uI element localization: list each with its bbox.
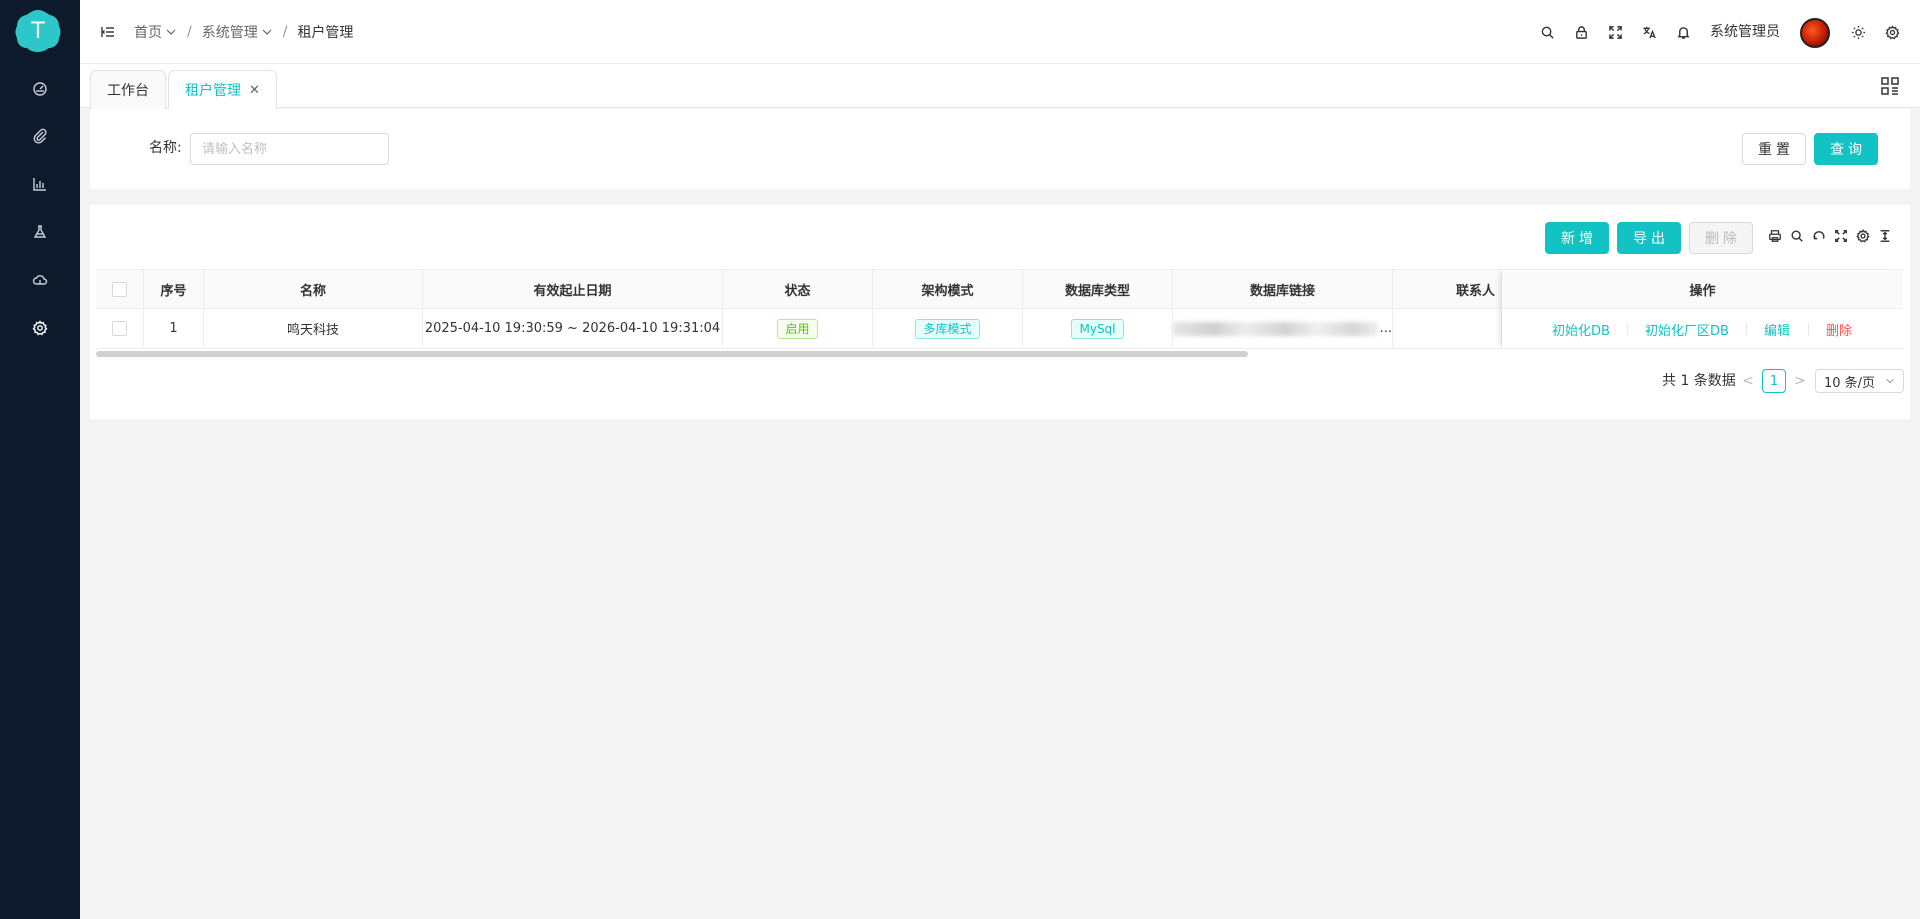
tab-tenant-management[interactable]: 租户管理 ✕ — [168, 70, 277, 109]
chevron-down-icon — [1886, 378, 1894, 384]
col-index: 序号 — [144, 270, 204, 308]
search-icon[interactable] — [1535, 20, 1559, 44]
add-button[interactable]: 新增 — [1545, 222, 1609, 254]
table-fullscreen-icon[interactable] — [1832, 227, 1850, 245]
col-status: 状态 — [723, 270, 873, 308]
print-icon[interactable] — [1766, 227, 1784, 245]
sun-icon[interactable] — [1846, 20, 1870, 44]
cloud-icon[interactable] — [28, 268, 52, 292]
settings-icon[interactable] — [1880, 20, 1904, 44]
breadcrumb-separator: / — [187, 24, 192, 40]
paperclip-icon[interactable] — [28, 124, 52, 148]
edit-link[interactable]: 编辑 — [1764, 309, 1790, 349]
table-panel: 新增 导出 删除 序号 名称 有效起止日期 状态 架构模式 数据库类型 数据库链… — [90, 205, 1910, 419]
logo-letter: T — [30, 19, 45, 44]
col-name: 名称 — [204, 270, 423, 308]
cell-date-range: 2025-04-10 19:30:59 ~ 2026-04-10 19:31:0… — [423, 309, 723, 348]
cell-name: 鸣天科技 — [204, 309, 423, 348]
chevron-down-icon — [262, 29, 272, 35]
bar-chart-icon[interactable] — [28, 172, 52, 196]
page-size-select[interactable]: 10 条/页 — [1815, 369, 1904, 393]
tabs-grid-icon[interactable] — [1880, 76, 1900, 96]
breadcrumb-current: 租户管理 — [297, 25, 354, 41]
action-divider — [1808, 323, 1809, 335]
select-all-checkbox[interactable] — [112, 281, 127, 297]
tab-workbench[interactable]: 工作台 — [90, 70, 166, 109]
init-db-link[interactable]: 初始化DB — [1552, 309, 1610, 349]
lock-icon[interactable] — [1569, 20, 1593, 44]
gear-icon[interactable] — [28, 316, 52, 340]
cell-contact — [1393, 309, 1502, 348]
breadcrumb: 首页 / 系统管理 / 租户管理 — [134, 0, 353, 64]
translate-icon[interactable] — [1637, 20, 1661, 44]
tenant-table: 序号 名称 有效起止日期 状态 架构模式 数据库类型 数据库链接 联系人 1 鸣… — [96, 269, 1903, 349]
export-button[interactable]: 导出 — [1617, 222, 1681, 254]
action-divider — [1746, 323, 1747, 335]
action-divider — [1627, 323, 1628, 335]
col-db-link: 数据库链接 — [1173, 270, 1393, 308]
table-search-icon[interactable] — [1788, 227, 1806, 245]
header-select-all[interactable] — [96, 270, 144, 308]
init-factory-db-link[interactable]: 初始化厂区DB — [1645, 309, 1729, 349]
dashboard-icon[interactable] — [28, 76, 52, 100]
menu-fold-icon[interactable] — [96, 20, 120, 44]
column-height-icon[interactable] — [1876, 227, 1894, 245]
actions-cell: 初始化DB 初始化厂区DB 编辑 删除 — [1502, 309, 1903, 349]
mode-badge: 多库模式 — [915, 318, 980, 339]
row-select[interactable] — [96, 309, 144, 348]
name-label: 名称: — [149, 140, 182, 156]
row-checkbox[interactable] — [112, 321, 127, 336]
col-mode: 架构模式 — [873, 270, 1023, 308]
db-type-badge: MySql — [1071, 318, 1124, 339]
refresh-icon[interactable] — [1810, 227, 1828, 245]
col-actions: 操作 — [1502, 269, 1903, 309]
db-link-ellipsis: ... — [1379, 321, 1392, 336]
col-date-range: 有效起止日期 — [423, 270, 723, 308]
actions-column: 操作 初始化DB 初始化厂区DB 编辑 删除 — [1502, 269, 1903, 349]
search-panel: 名称: 重置 查询 — [90, 109, 1910, 189]
col-contact: 联系人 — [1393, 270, 1502, 308]
cell-status: 启用 — [723, 309, 873, 348]
status-badge: 启用 — [777, 318, 818, 339]
cell-db-link: ... — [1173, 309, 1393, 348]
delete-button[interactable]: 删除 — [1689, 222, 1753, 254]
fullscreen-icon[interactable] — [1603, 20, 1627, 44]
delete-link[interactable]: 删除 — [1826, 309, 1852, 349]
horizontal-scrollbar[interactable] — [96, 351, 1248, 357]
sidebar: T — [0, 0, 80, 919]
query-button[interactable]: 查询 — [1814, 133, 1878, 165]
header: 首页 / 系统管理 / 租户管理 系统管理员 — [80, 0, 1920, 64]
cell-db-type: MySql — [1023, 309, 1173, 348]
page-1-button[interactable]: 1 — [1762, 369, 1786, 393]
chevron-down-icon — [166, 29, 176, 35]
breadcrumb-system[interactable]: 系统管理 — [202, 22, 273, 42]
close-icon[interactable]: ✕ — [249, 83, 260, 98]
col-db-type: 数据库类型 — [1023, 270, 1173, 308]
avatar[interactable] — [1800, 18, 1830, 48]
flask-icon[interactable] — [28, 220, 52, 244]
tabs-bar: 工作台 租户管理 ✕ — [80, 64, 1920, 109]
next-page-icon[interactable]: > — [1793, 369, 1807, 393]
name-search-input[interactable] — [190, 133, 389, 165]
column-settings-icon[interactable] — [1854, 227, 1872, 245]
pagination-total: 共 1 条数据 — [1662, 373, 1736, 389]
cell-index: 1 — [144, 309, 204, 348]
cell-mode: 多库模式 — [873, 309, 1023, 348]
logo[interactable]: T — [14, 8, 62, 54]
bell-icon[interactable] — [1671, 20, 1695, 44]
db-link-redacted — [1173, 321, 1378, 336]
user-name[interactable]: 系统管理员 — [1710, 0, 1780, 64]
prev-page-icon[interactable]: < — [1741, 369, 1755, 393]
breadcrumb-home[interactable]: 首页 — [134, 22, 177, 42]
reset-button[interactable]: 重置 — [1742, 133, 1806, 165]
breadcrumb-separator: / — [282, 24, 288, 40]
